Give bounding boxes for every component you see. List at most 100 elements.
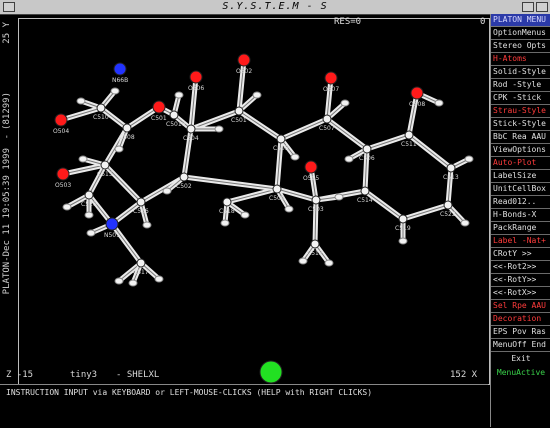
- atom-c504[interactable]: [186, 124, 196, 134]
- atom-c520[interactable]: [84, 190, 94, 200]
- atom-o505[interactable]: [304, 160, 318, 174]
- x-readout: 152 X: [450, 370, 478, 380]
- maximize-button[interactable]: [536, 2, 548, 12]
- side-sep-label: -: [2, 134, 12, 140]
- menu-item[interactable]: Strau-Style: [491, 105, 550, 118]
- atom-o504[interactable]: [54, 113, 68, 127]
- hydrogen-atom[interactable]: [162, 187, 172, 195]
- atom-c508[interactable]: [122, 123, 132, 133]
- hydrogen-atom[interactable]: [110, 87, 120, 95]
- atom-c506[interactable]: [362, 144, 372, 154]
- hydrogen-atom[interactable]: [284, 205, 294, 213]
- atom-c509[interactable]: [272, 184, 282, 194]
- hydrogen-atom[interactable]: [398, 237, 408, 245]
- hydrogen-atom[interactable]: [460, 219, 470, 227]
- atom-c513[interactable]: [446, 163, 456, 173]
- hydrogen-atom[interactable]: [434, 99, 444, 107]
- atom-o506[interactable]: [189, 70, 203, 84]
- menu-item[interactable]: Rod -Style: [491, 79, 550, 92]
- hydrogen-atom[interactable]: [174, 91, 184, 99]
- atom-label: N501: [104, 232, 120, 239]
- atom-c502[interactable]: [179, 172, 189, 182]
- hydrogen-atom[interactable]: [290, 153, 300, 161]
- atom-c516[interactable]: [136, 197, 146, 207]
- hydrogen-atom[interactable]: [324, 259, 334, 267]
- hydrogen-atom[interactable]: [340, 99, 350, 107]
- menu-item[interactable]: H-Atoms: [491, 53, 550, 66]
- menu-item[interactable]: Label -Nat+: [491, 235, 550, 248]
- atom-o502[interactable]: [237, 53, 251, 67]
- hydrogen-atom[interactable]: [298, 257, 308, 265]
- atom-o508[interactable]: [410, 86, 424, 100]
- hydrogen-atom[interactable]: [214, 125, 224, 133]
- molecule-drawing[interactable]: O504N66BC510C508C501C5016O506C504O502C50…: [19, 19, 489, 392]
- hydrogen-atom[interactable]: [252, 91, 262, 99]
- menu-item[interactable]: OptionMenus: [491, 27, 550, 40]
- menu-item[interactable]: <<-RotY>>: [491, 274, 550, 287]
- instruction-panel[interactable]: INSTRUCTION INPUT via KEYBOARD or LEFT-M…: [0, 384, 488, 427]
- hydrogen-atom[interactable]: [62, 203, 72, 211]
- hydrogen-atom[interactable]: [84, 211, 94, 219]
- hydrogen-atom[interactable]: [142, 221, 152, 229]
- menu-item[interactable]: Sel Rpe AAU: [491, 300, 550, 313]
- atom-o507[interactable]: [324, 71, 338, 85]
- menu-item[interactable]: UnitCellBox: [491, 183, 550, 196]
- hydrogen-atom[interactable]: [334, 193, 344, 201]
- hydrogen-atom[interactable]: [78, 155, 88, 163]
- hydrogen-atom[interactable]: [86, 229, 96, 237]
- atom-n501[interactable]: [105, 217, 119, 231]
- atom-n66[interactable]: [113, 62, 127, 76]
- menu-item[interactable]: CPK -Stick: [491, 92, 550, 105]
- menu-item[interactable]: Read012..: [491, 196, 550, 209]
- atom-c507[interactable]: [322, 114, 332, 124]
- menu-item[interactable]: BbC Rea AAU: [491, 131, 550, 144]
- menu-item[interactable]: Stereo Opts: [491, 40, 550, 53]
- hydrogen-atom[interactable]: [464, 155, 474, 163]
- menu-item[interactable]: PackRange: [491, 222, 550, 235]
- atom-c519[interactable]: [398, 214, 408, 224]
- atom-c518[interactable]: [222, 197, 232, 207]
- exit-button[interactable]: Exit: [491, 352, 550, 366]
- hydrogen-atom[interactable]: [240, 211, 250, 219]
- menu-item[interactable]: <<-RotX>>: [491, 287, 550, 300]
- atom-c512[interactable]: [310, 239, 320, 249]
- atom-c515[interactable]: [100, 160, 110, 170]
- atom-label: C510: [93, 114, 109, 121]
- canvas-status-line: Z -15 tiny3 - SHELXL 152 X: [4, 370, 484, 380]
- atom-c514[interactable]: [360, 186, 370, 196]
- atom-c501[interactable]: [234, 106, 244, 116]
- atom-c517[interactable]: [136, 258, 146, 268]
- bond-outline: [408, 134, 452, 169]
- menu-item[interactable]: Stick-Style: [491, 118, 550, 131]
- menu-item[interactable]: EPS Pov Ras: [491, 326, 550, 339]
- atom-label: O507: [323, 86, 339, 93]
- menu-item[interactable]: LabelSize: [491, 170, 550, 183]
- atom-o5a[interactable]: [152, 100, 166, 114]
- menu-item[interactable]: ViewOptions: [491, 144, 550, 157]
- atom-c522[interactable]: [443, 200, 453, 210]
- menu-item[interactable]: H-Bonds-X: [491, 209, 550, 222]
- atom-o503[interactable]: [56, 167, 70, 181]
- hydrogen-atom[interactable]: [114, 277, 124, 285]
- atom-label: C515: [97, 171, 113, 178]
- atom-c503[interactable]: [311, 195, 321, 205]
- atom-c510[interactable]: [96, 103, 106, 113]
- atom-c511[interactable]: [404, 130, 414, 140]
- menu-item[interactable]: Auto-Plot: [491, 157, 550, 170]
- hydrogen-atom[interactable]: [114, 145, 124, 153]
- molecule-canvas[interactable]: O504 N66B C510 C508 C501 C5016 O506 C504 O502 C50…: [18, 18, 490, 392]
- hydrogen-atom[interactable]: [220, 219, 230, 227]
- menu-item[interactable]: Solid-Style: [491, 66, 550, 79]
- menu-item[interactable]: Decoration: [491, 313, 550, 326]
- hydrogen-atom[interactable]: [128, 279, 138, 287]
- menu-item[interactable]: CRotY >>: [491, 248, 550, 261]
- hydrogen-atom[interactable]: [344, 155, 354, 163]
- atom-label: O504: [53, 128, 69, 135]
- menu-item[interactable]: MenuOff End: [491, 339, 550, 352]
- hydrogen-atom[interactable]: [76, 97, 86, 105]
- atom-c505[interactable]: [276, 134, 286, 144]
- atom-c5016[interactable]: [169, 110, 179, 120]
- menu-item[interactable]: <<-Rot2>>: [491, 261, 550, 274]
- minimize-button[interactable]: [522, 2, 534, 12]
- hydrogen-atom[interactable]: [154, 275, 164, 283]
